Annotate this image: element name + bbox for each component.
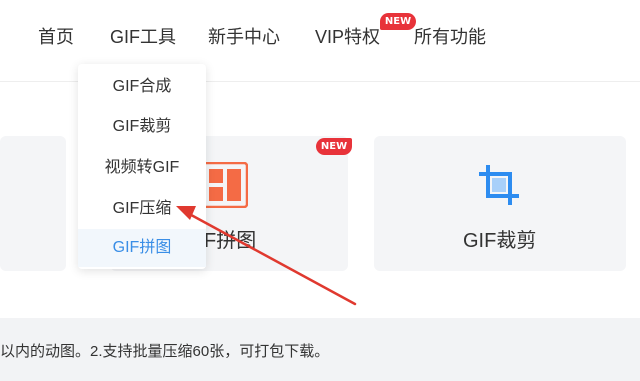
card-title-crop: GIF裁剪 (463, 230, 537, 252)
description-text: 以内的动图。2.支持批量压缩60张，可打包下载。 (0, 343, 330, 360)
crop-icon (479, 165, 519, 205)
vip-new-badge: NEW (380, 13, 416, 30)
nav-item-home[interactable]: 首页 (38, 25, 74, 49)
nav-item-all-features[interactable]: 所有功能 (414, 25, 486, 49)
nav-item-beginner-center[interactable]: 新手中心 (208, 25, 280, 49)
nav-item-gif-tools[interactable]: GIF工具 (110, 25, 176, 49)
tool-card-left[interactable] (0, 136, 66, 271)
card-title-collage: F拼图 (204, 230, 257, 252)
dropdown-item-gif-compress[interactable]: GIF压缩 (78, 190, 206, 228)
dropdown-item-gif-crop[interactable]: GIF裁剪 (78, 108, 206, 146)
collage-icon (202, 162, 248, 208)
nav-item-vip[interactable]: VIP特权 (315, 25, 380, 49)
card-new-badge: NEW (316, 138, 352, 155)
tool-card-gif-crop[interactable]: GIF裁剪 (374, 136, 626, 271)
dropdown-item-gif-collage[interactable]: GIF拼图 (78, 229, 206, 267)
dropdown-item-video-to-gif[interactable]: 视频转GIF (78, 149, 206, 187)
gif-tools-dropdown: GIF合成 GIF裁剪 视频转GIF GIF压缩 GIF拼图 (78, 64, 206, 269)
dropdown-item-gif-compose[interactable]: GIF合成 (78, 68, 206, 106)
